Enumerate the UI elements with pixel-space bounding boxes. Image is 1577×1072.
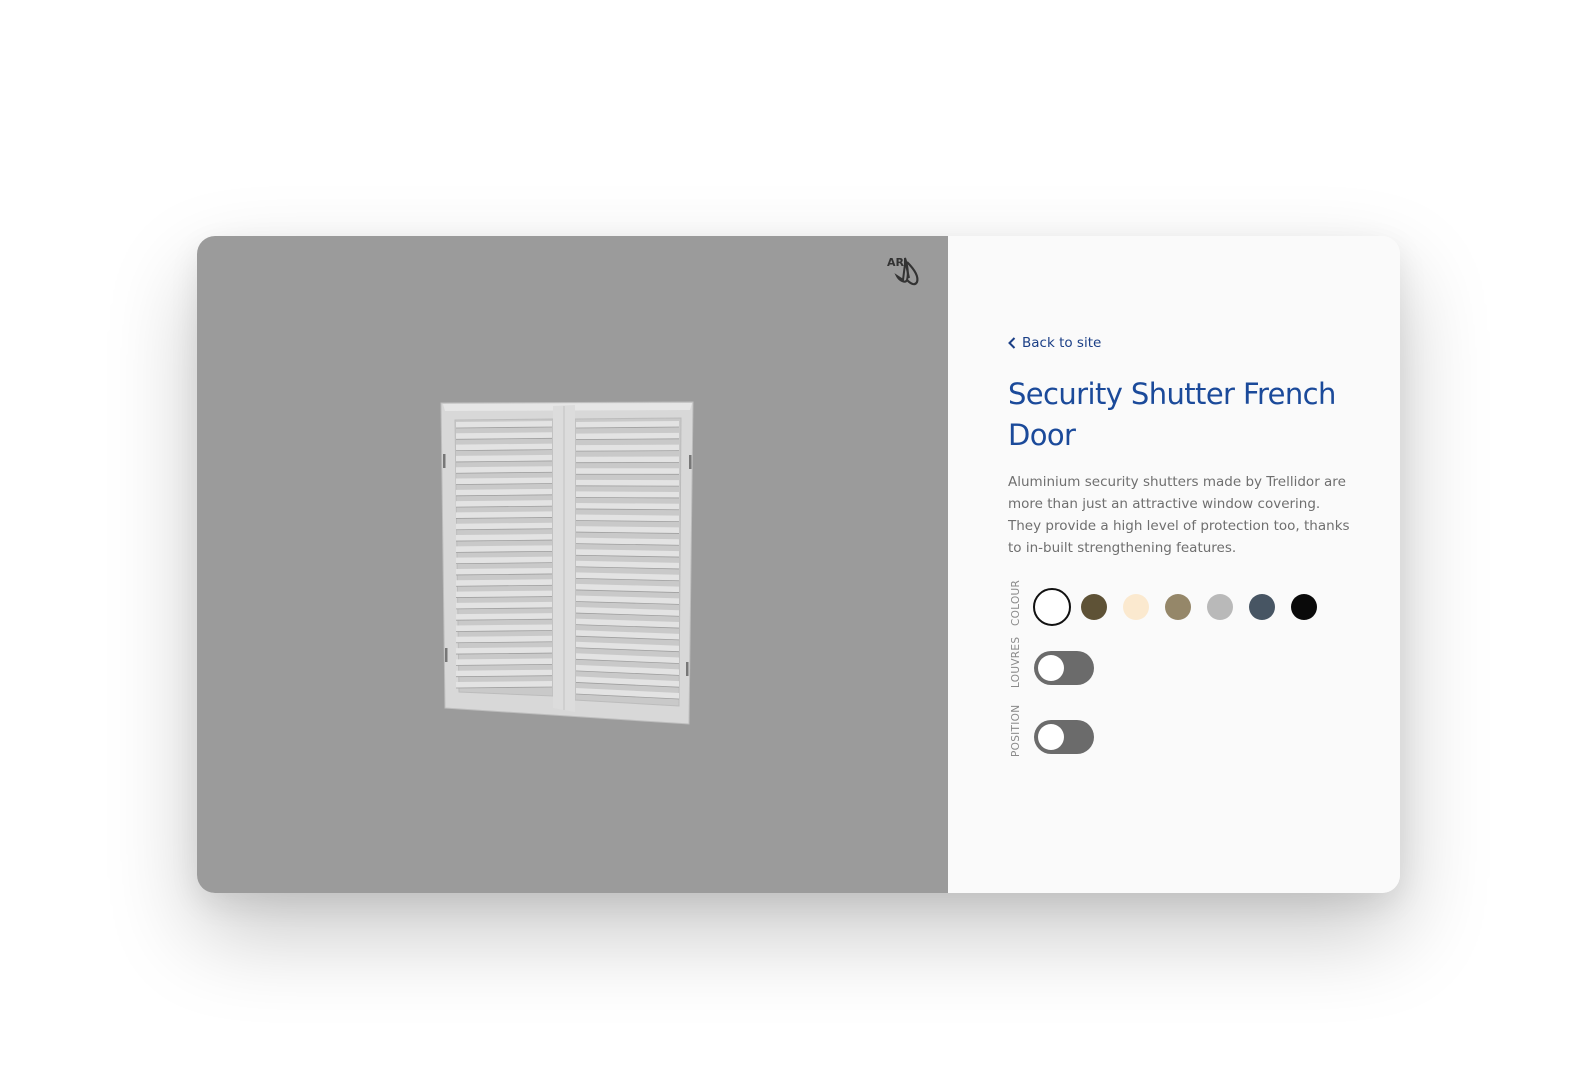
swatch-color — [1207, 594, 1233, 620]
ar-hand-icon: AR — [887, 256, 919, 286]
swatch-charcoal[interactable] — [1241, 586, 1283, 628]
swatch-color — [1123, 594, 1149, 620]
swatch-sand[interactable] — [1157, 586, 1199, 628]
swatch-color — [1165, 594, 1191, 620]
position-toggle-knob — [1038, 724, 1064, 750]
louvre-slat — [576, 468, 679, 475]
swatch-color — [1249, 594, 1275, 620]
product-title: Security Shutter French Door — [1008, 377, 1336, 452]
louvres-label: LOUVRES — [1010, 636, 1022, 688]
chevron-left-icon — [1008, 337, 1016, 349]
shutter-model[interactable] — [439, 400, 709, 744]
configurator-panel: Back to site Security Shutter French Doo… — [948, 236, 1400, 893]
louvres-toggle-knob — [1038, 655, 1064, 681]
louvre-slat — [576, 444, 679, 452]
swatch-white[interactable] — [1031, 586, 1073, 628]
svg-text:AR: AR — [887, 256, 905, 269]
swatch-bronze[interactable] — [1073, 586, 1115, 628]
colour-swatches — [1031, 586, 1325, 628]
position-toggle[interactable] — [1034, 720, 1094, 754]
colour-label: COLOUR — [1010, 579, 1022, 626]
swatch-color — [1081, 594, 1107, 620]
louvre-slat — [576, 491, 679, 498]
louvres-toggle[interactable] — [1034, 651, 1094, 685]
swatch-black[interactable] — [1283, 586, 1325, 628]
position-label: POSITION — [1010, 704, 1022, 757]
swatch-color — [1291, 594, 1317, 620]
back-to-site-link[interactable]: Back to site — [1008, 335, 1101, 351]
louvre-slat — [576, 479, 679, 487]
louvre-slat — [576, 456, 679, 463]
product-configurator-card: AR Back to site Security Shutter French … — [197, 236, 1400, 893]
swatch-ivory[interactable] — [1115, 586, 1157, 628]
back-link-label: Back to site — [1022, 335, 1102, 351]
swatch-silver[interactable] — [1199, 586, 1241, 628]
ar-button[interactable]: AR — [885, 250, 929, 294]
3d-viewer[interactable]: AR — [197, 236, 948, 893]
swatch-color — [1033, 588, 1071, 626]
product-description: Aluminium security shutters made by Trel… — [1008, 474, 1350, 556]
louvre-edge — [575, 496, 680, 499]
